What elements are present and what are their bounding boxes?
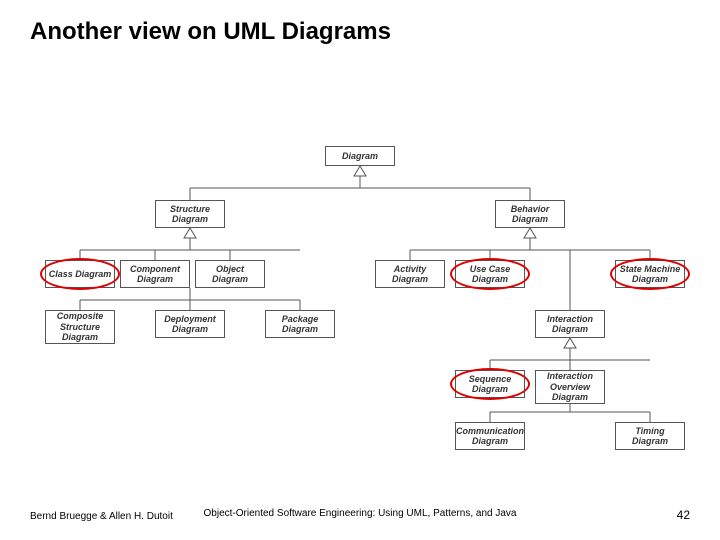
footer-center: Object-Oriented Software Engineering: Us… — [30, 508, 690, 519]
diagram-canvas: Diagram Structure Diagram Behavior Diagr… — [0, 0, 720, 540]
node-behavior: Behavior Diagram — [495, 200, 565, 228]
node-communication: Communication Diagram — [455, 422, 525, 450]
node-timing: Timing Diagram — [615, 422, 685, 450]
node-activity: Activity Diagram — [375, 260, 445, 288]
node-component: Component Diagram — [120, 260, 190, 288]
node-sequence: Sequence Diagram — [455, 370, 525, 398]
node-class: Class Diagram — [45, 260, 115, 288]
node-deployment: Deployment Diagram — [155, 310, 225, 338]
node-structure: Structure Diagram — [155, 200, 225, 228]
node-statemachine: State Machine Diagram — [615, 260, 685, 288]
node-interaction: Interaction Diagram — [535, 310, 605, 338]
footer: Bernd Bruegge & Allen H. Dutoit Object-O… — [30, 508, 690, 522]
node-package: Package Diagram — [265, 310, 335, 338]
node-composite: Composite Structure Diagram — [45, 310, 115, 344]
node-intoverview: Interaction Overview Diagram — [535, 370, 605, 404]
node-diagram: Diagram — [325, 146, 395, 166]
node-object: Object Diagram — [195, 260, 265, 288]
node-usecase: Use Case Diagram — [455, 260, 525, 288]
